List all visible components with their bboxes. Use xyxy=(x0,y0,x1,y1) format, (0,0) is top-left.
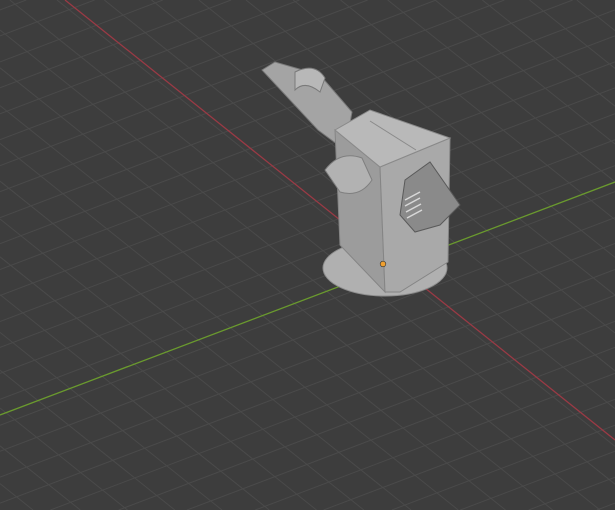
grid-line xyxy=(0,0,300,115)
grid-line xyxy=(0,218,365,510)
grid-line xyxy=(0,369,176,510)
grid-line xyxy=(0,0,232,89)
robot-arm-model[interactable] xyxy=(261,61,461,297)
grid-line xyxy=(0,243,615,478)
grid-line xyxy=(576,0,615,31)
grid-line xyxy=(0,139,615,374)
grid-line xyxy=(0,191,615,426)
grid-line xyxy=(0,0,27,11)
grid-line xyxy=(0,9,615,245)
grid-line xyxy=(186,346,615,510)
grid-line xyxy=(528,476,615,510)
grid-line xyxy=(0,407,128,510)
grid-line xyxy=(0,0,163,63)
3d-viewport[interactable] xyxy=(0,0,615,510)
grid-line xyxy=(391,424,615,510)
grid-line xyxy=(0,113,615,348)
grid-line xyxy=(118,320,615,510)
grid-line xyxy=(0,87,615,322)
object-origin-dot xyxy=(379,260,387,268)
grid-line xyxy=(0,256,317,510)
grid-line xyxy=(0,269,615,504)
grid-line xyxy=(0,445,81,510)
grid-line xyxy=(596,502,615,510)
viewport-canvas[interactable] xyxy=(0,0,615,510)
grid-line xyxy=(529,0,615,69)
